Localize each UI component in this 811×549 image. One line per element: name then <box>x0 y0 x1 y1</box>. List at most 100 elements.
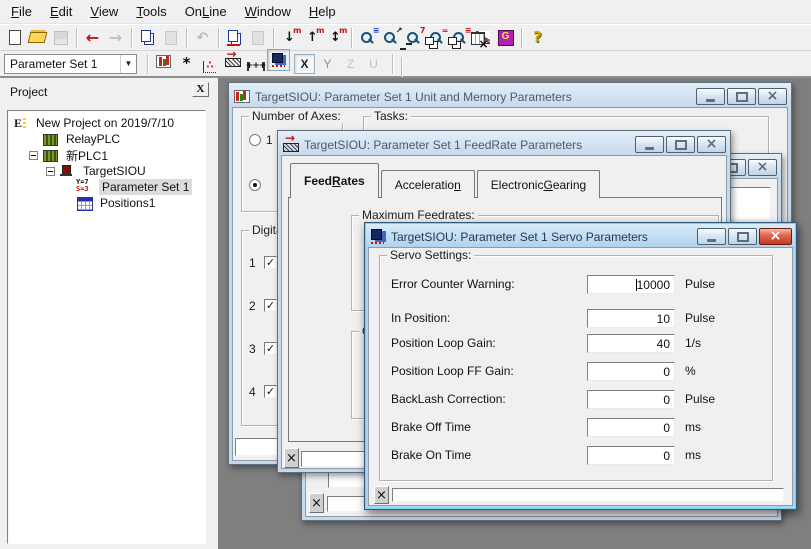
tab-feed-rates[interactable]: Feed Rates <box>290 163 379 198</box>
servo-row-unit: ms <box>685 420 701 434</box>
override-parameters-button[interactable]: +++ <box>244 56 267 78</box>
axis-button-x[interactable]: X <box>294 54 315 74</box>
tree-item-label[interactable]: TargetSIOU <box>80 163 149 179</box>
axes-radio-1[interactable] <box>249 134 261 146</box>
servo-parameters-button[interactable] <box>267 49 290 71</box>
servo-row-input[interactable]: 10000 <box>587 275 675 294</box>
save-button[interactable] <box>49 27 72 49</box>
io-checkbox-1[interactable]: ✓ <box>264 256 277 269</box>
transfer-download-button[interactable]: ↓m <box>278 27 301 49</box>
menu-edit[interactable]: Edit <box>41 1 81 22</box>
tree-item-positions1[interactable]: Positions1 <box>8 195 205 211</box>
close-button[interactable] <box>697 136 726 153</box>
transfer-download-icon: ↓m <box>281 30 299 46</box>
menu-window[interactable]: Window <box>236 1 300 22</box>
menu-view[interactable]: View <box>81 1 127 22</box>
servo-row-label: Position Loop FF Gain: <box>391 364 514 378</box>
open-button[interactable] <box>26 27 49 49</box>
paste-list-icon <box>249 30 267 46</box>
global-data-button[interactable] <box>494 27 517 49</box>
clear-status-button[interactable]: × <box>284 448 299 468</box>
tree-item-label[interactable]: Positions1 <box>97 195 158 211</box>
restore-button[interactable] <box>728 228 757 245</box>
window-titlebar[interactable]: TargetSIOU: Parameter Set 1 Unit and Mem… <box>232 86 788 107</box>
tree-item-label[interactable]: Parameter Set 1 <box>99 179 192 195</box>
tree-expander-minus[interactable] <box>46 167 55 176</box>
window-titlebar[interactable]: TargetSIOU: Parameter Set 1 FeedRate Par… <box>281 134 727 155</box>
position-scatter-button[interactable]: ∴ <box>198 56 221 78</box>
servo-row-unit: ms <box>685 448 701 462</box>
close-button[interactable] <box>758 88 787 105</box>
menu-help[interactable]: Help <box>300 1 345 22</box>
minimize-button[interactable] <box>697 228 726 245</box>
restore-button[interactable] <box>666 136 695 153</box>
close-button[interactable] <box>748 159 777 176</box>
io-checkbox-4[interactable]: ✓ <box>264 385 277 398</box>
plc-icon <box>42 132 60 146</box>
copy-list-button[interactable] <box>223 27 246 49</box>
parameter-set-combobox[interactable]: Parameter Set 1 ▼ <box>4 54 137 74</box>
servo-row-input[interactable]: 10 <box>587 309 675 328</box>
axis-button-z[interactable]: Z <box>340 54 361 74</box>
tab-acceleration[interactable]: Acceleration <box>381 170 475 198</box>
unit-memory-parameters-button[interactable] <box>152 51 175 73</box>
tree-item-new-project-on-2019-7-10[interactable]: New Project on 2019/7/10 <box>8 115 205 131</box>
servo-row-label: In Position: <box>391 311 450 325</box>
io-checkbox-3[interactable]: ✓ <box>264 342 277 355</box>
chevron-down-icon[interactable]: ▼ <box>120 55 136 73</box>
paste-list-button[interactable] <box>246 27 269 49</box>
help-button[interactable]: ? <box>526 27 549 49</box>
transfer-both-icon: ↕m <box>327 30 345 46</box>
axis-button-y[interactable]: Y <box>317 54 338 74</box>
step-button[interactable] <box>397 35 420 57</box>
axis-button-u[interactable]: U <box>363 54 384 74</box>
close-button[interactable] <box>759 228 792 245</box>
servo-row-input[interactable]: 0 <box>587 362 675 381</box>
toolbar-separator <box>218 28 219 48</box>
back-button[interactable]: ← <box>81 27 104 49</box>
tree-expander-minus[interactable] <box>29 151 38 160</box>
menu-tools[interactable]: Tools <box>127 1 175 22</box>
axes-radio-1-label: 1 <box>266 133 273 147</box>
window-titlebar[interactable]: TargetSIOU: Parameter Set 1 Servo Parame… <box>368 226 793 247</box>
new-button[interactable] <box>3 27 26 49</box>
pos-icon <box>76 196 94 210</box>
tree-item--plc1[interactable]: 新PLC1 <box>8 147 205 163</box>
transfer-both-button[interactable]: ↕m <box>324 27 347 49</box>
axes-radio-selected[interactable] <box>249 179 261 191</box>
clear-status-button[interactable]: × <box>374 486 389 504</box>
transfer-upload-button[interactable]: ↑m <box>301 27 324 49</box>
tab-electronic-gearing[interactable]: Electronic Gearing <box>477 170 600 198</box>
menu-file[interactable]: File <box>2 1 41 22</box>
copy-button[interactable] <box>136 27 159 49</box>
cascade-paste-button[interactable] <box>443 32 466 54</box>
feedrate-parameters-button[interactable] <box>221 49 244 71</box>
search-table-button[interactable]: ≡ <box>356 27 379 49</box>
cascade-copy-button[interactable] <box>420 32 443 54</box>
paste-button[interactable] <box>159 27 182 49</box>
project-panel-close-button[interactable]: X <box>192 82 209 97</box>
toolbar-separator <box>76 28 77 48</box>
restore-button[interactable] <box>727 88 756 105</box>
delete-table-button[interactable] <box>466 28 489 50</box>
menu-online[interactable]: OnLine <box>176 1 236 22</box>
clear-status-button[interactable]: × <box>309 493 324 513</box>
servo-row-label: Brake Off Time <box>391 420 471 434</box>
origin-settings-button[interactable]: * <box>175 53 198 75</box>
servo-row-input[interactable]: 40 <box>587 334 675 353</box>
servo-row-input[interactable]: 0 <box>587 390 675 409</box>
tree-item-label[interactable]: 新PLC1 <box>63 146 111 165</box>
parameter-toolbar: Parameter Set 1 ▼ *∴+++ XYZU ✓ <box>0 51 811 78</box>
servo-row-input[interactable]: 0 <box>587 418 675 437</box>
minimize-button[interactable] <box>696 88 725 105</box>
undo-button[interactable]: ↶ <box>191 27 214 49</box>
paste-icon <box>162 30 180 46</box>
minimize-button[interactable] <box>635 136 664 153</box>
io-checkbox-2[interactable]: ✓ <box>264 299 277 312</box>
tree-item-parameter-set-1[interactable]: Parameter Set 1 <box>8 179 205 195</box>
servo-row-input[interactable]: 0 <box>587 446 675 465</box>
tree-item-targetsiou[interactable]: TargetSIOU <box>8 163 205 179</box>
project-panel: Project X New Project on 2019/7/10RelayP… <box>0 78 218 549</box>
tree-item-label[interactable]: New Project on 2019/7/10 <box>33 115 177 131</box>
forward-button[interactable]: → <box>104 27 127 49</box>
